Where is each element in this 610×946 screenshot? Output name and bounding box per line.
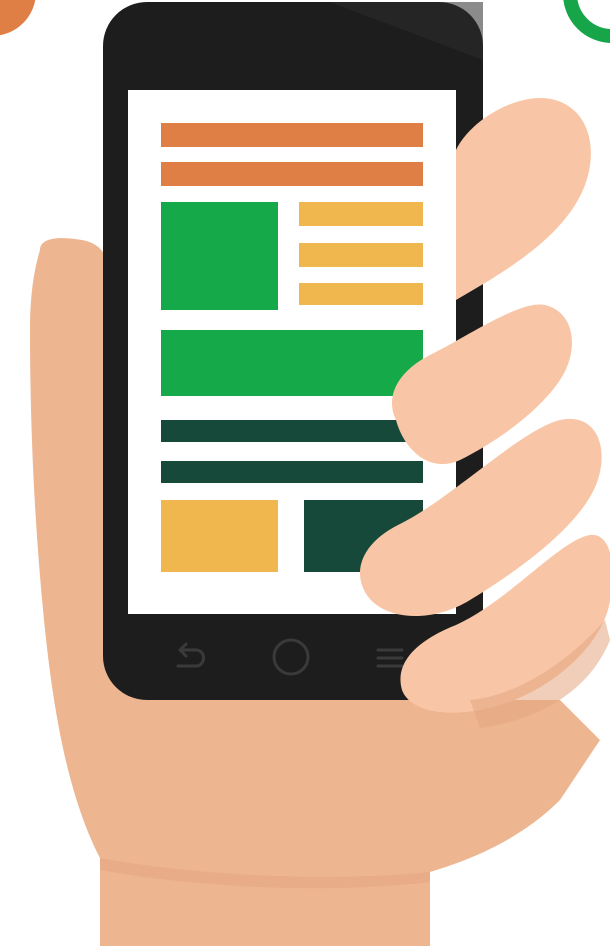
text-line-2: [299, 243, 423, 267]
header-bar-2: [161, 162, 423, 186]
dark-bar-2: [161, 461, 423, 483]
dark-bar-1: [161, 420, 423, 442]
header-bar-1: [161, 123, 423, 147]
image-block: [161, 202, 278, 310]
text-line-3: [299, 283, 423, 305]
corner-green-ring: [563, 0, 610, 43]
corner-orange-circle: [0, 0, 36, 36]
finger-index: [456, 98, 591, 300]
banner-block: [161, 330, 423, 396]
illustration-stage: [0, 0, 610, 946]
hand-holding-phone-illustration: [0, 0, 610, 946]
card-left: [161, 500, 278, 572]
text-line-1: [299, 202, 423, 226]
